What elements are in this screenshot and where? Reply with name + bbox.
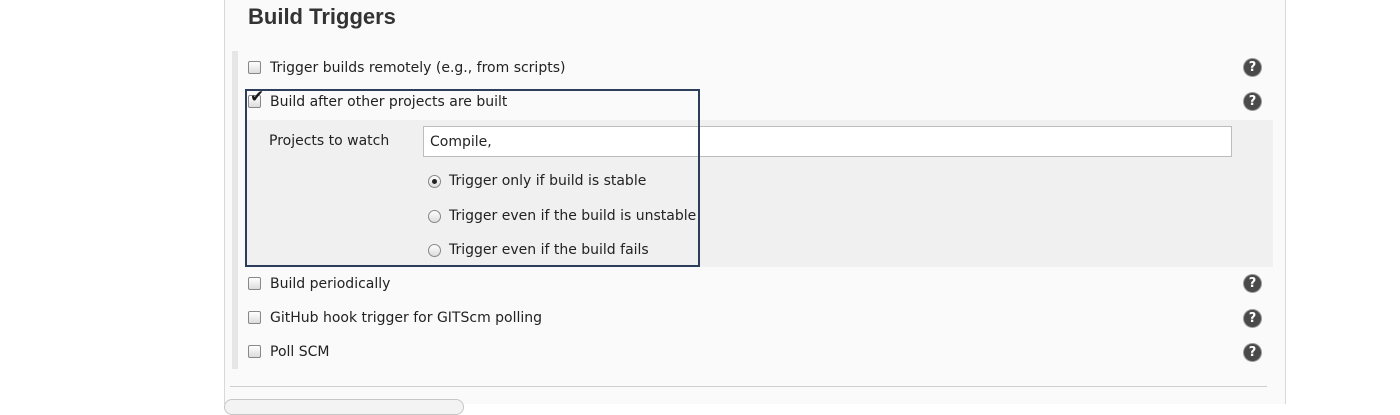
help-icon[interactable]: ? bbox=[1244, 93, 1261, 110]
poll-scm-checkbox[interactable] bbox=[248, 345, 261, 358]
section-indent-bar bbox=[232, 51, 238, 369]
section-divider bbox=[230, 386, 1267, 387]
github-hook-checkbox[interactable] bbox=[248, 311, 261, 324]
build-periodically-label: Build periodically bbox=[270, 276, 391, 292]
section-title: Build Triggers bbox=[248, 4, 396, 29]
highlight-box bbox=[245, 89, 700, 267]
help-icon[interactable]: ? bbox=[1244, 275, 1261, 292]
github-hook-label: GitHub hook trigger for GITScm polling bbox=[270, 310, 543, 326]
next-section-tab[interactable] bbox=[224, 399, 464, 415]
help-icon[interactable]: ? bbox=[1244, 310, 1261, 327]
build-periodically-checkbox[interactable] bbox=[248, 277, 261, 290]
help-icon[interactable]: ? bbox=[1244, 344, 1261, 361]
trigger-remote-checkbox[interactable] bbox=[248, 61, 261, 74]
trigger-remote-label: Trigger builds remotely (e.g., from scri… bbox=[270, 60, 566, 76]
poll-scm-label: Poll SCM bbox=[270, 344, 330, 360]
help-icon[interactable]: ? bbox=[1244, 59, 1261, 76]
